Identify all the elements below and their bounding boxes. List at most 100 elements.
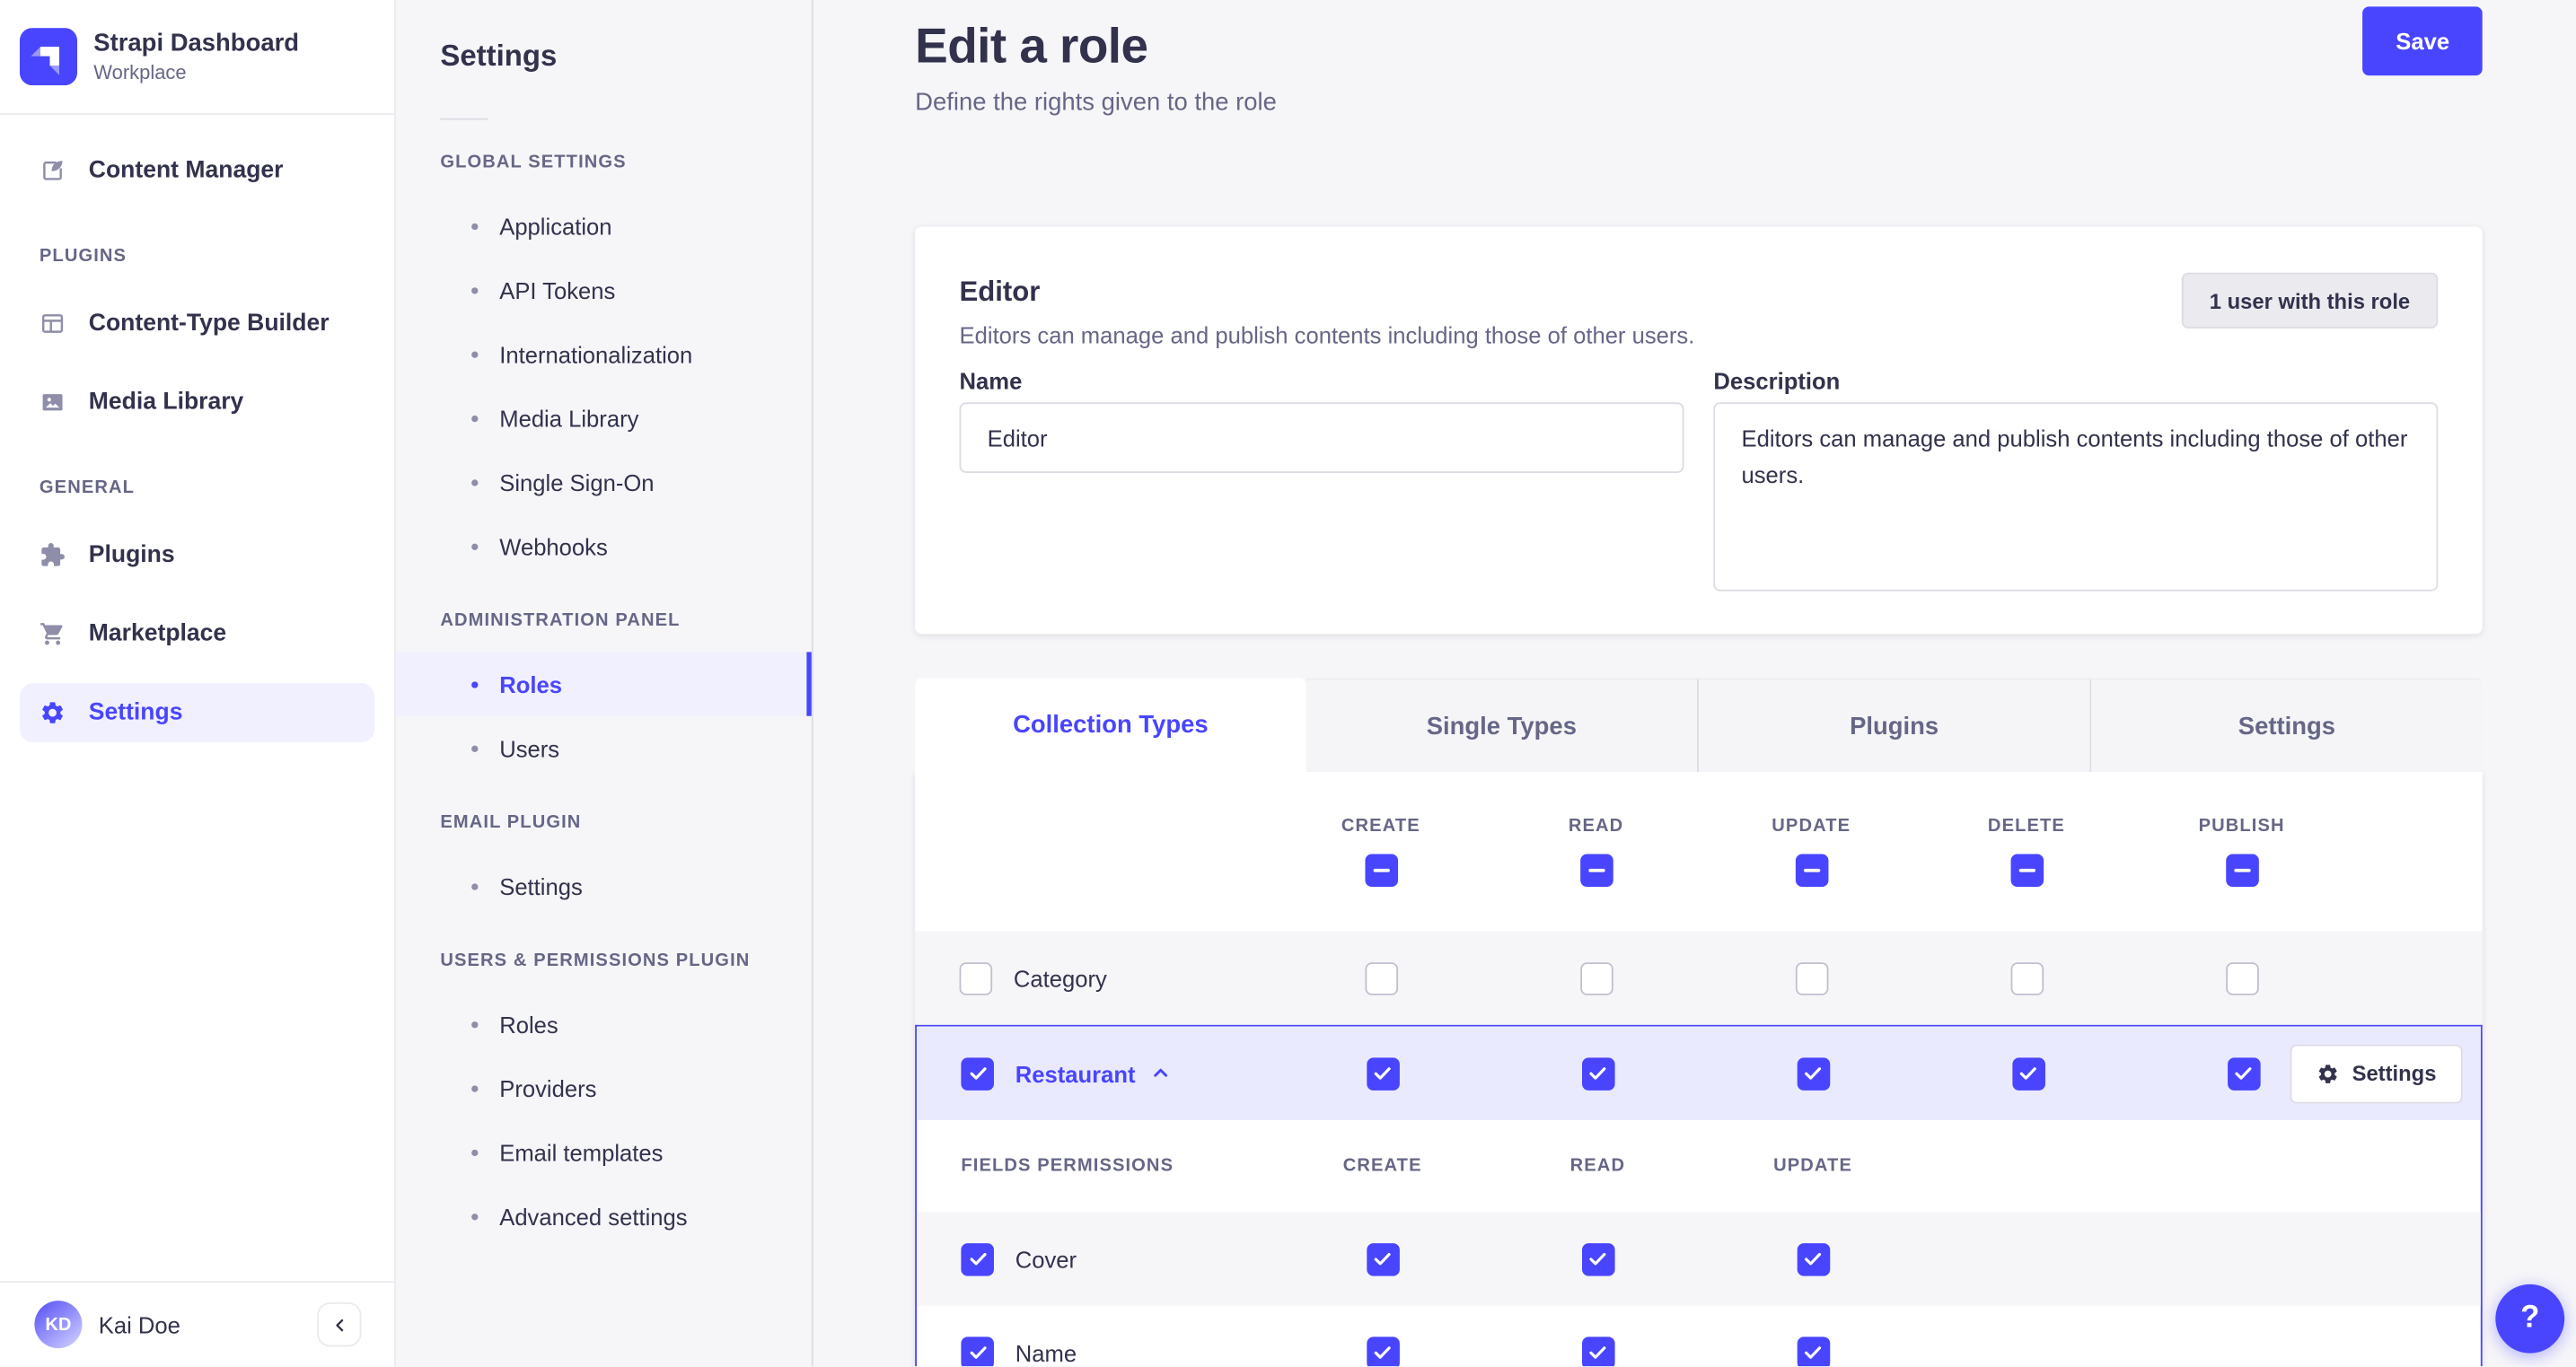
restaurant-publish-checkbox[interactable] <box>2227 1056 2260 1091</box>
row-label[interactable]: Category <box>1014 965 1107 991</box>
name-row-checkbox[interactable] <box>961 1336 994 1367</box>
restaurant-expanded-section: Restaurant Settings FIELDS PERMISSIONS C… <box>915 1024 2483 1367</box>
restaurant-row-checkbox[interactable] <box>961 1056 994 1091</box>
column-header-create: CREATE <box>1341 816 1420 837</box>
read-column-checkbox[interactable] <box>1579 854 1613 888</box>
bullet-icon <box>471 286 479 294</box>
divider <box>440 118 488 120</box>
tab-plugins[interactable]: Plugins <box>1697 678 2090 772</box>
subnav-item-internationalization[interactable]: Internationalization <box>396 322 812 386</box>
sidebar-item-marketplace[interactable]: Marketplace <box>20 604 374 663</box>
subnav-item-application[interactable]: Application <box>396 194 812 258</box>
category-row-checkbox[interactable] <box>959 961 993 995</box>
role-description-text: Editors can manage and publish contents … <box>959 321 1695 348</box>
settings-button-label: Settings <box>2352 1060 2437 1086</box>
delete-column-checkbox[interactable] <box>2009 854 2044 888</box>
subnav-item-media-library[interactable]: Media Library <box>396 386 812 450</box>
subnav-item-email-templates[interactable]: Email templates <box>396 1120 812 1184</box>
collapse-sidebar-button[interactable] <box>317 1301 362 1347</box>
name-field-label: Name <box>959 367 1023 395</box>
sidebar-item-plugins[interactable]: Plugins <box>20 526 374 585</box>
restaurant-read-checkbox[interactable] <box>1581 1056 1614 1091</box>
restaurant-settings-button[interactable]: Settings <box>2290 1043 2463 1103</box>
table-row-restaurant: Restaurant Settings <box>916 1026 2481 1120</box>
row-label: Name <box>1015 1339 1077 1366</box>
permissions-header-row: CREATE READ UPDATE DELETE PUBLISH <box>915 772 2483 931</box>
brand[interactable]: Strapi Dashboard Workplace <box>0 0 395 116</box>
page-subtitle: Define the rights given to the role <box>915 88 1277 117</box>
name-create-checkbox[interactable] <box>1366 1336 1399 1367</box>
page-header: Edit a role Define the rights given to t… <box>915 0 2483 117</box>
tab-settings[interactable]: Settings <box>2089 678 2483 772</box>
table-row-cover: Cover <box>916 1212 2481 1306</box>
users-with-role-button[interactable]: 1 user with this role <box>2181 272 2439 329</box>
subnav-item-label: Email templates <box>499 1138 664 1166</box>
tab-single-types[interactable]: Single Types <box>1306 678 1698 772</box>
sidebar-item-label: Media Library <box>88 389 244 416</box>
category-create-checkbox[interactable] <box>1364 961 1398 995</box>
subnav-item-webhooks[interactable]: Webhooks <box>396 514 812 578</box>
subnav-item-api-tokens[interactable]: API Tokens <box>396 258 812 321</box>
fields-column-read: READ <box>1569 1156 1626 1177</box>
sidebar-item-media-library[interactable]: Media Library <box>20 372 374 432</box>
viewport: Strapi Dashboard Workplace Content Manag… <box>0 0 2576 1367</box>
category-publish-checkbox[interactable] <box>2225 961 2258 995</box>
sidebar-item-settings[interactable]: Settings <box>19 683 375 743</box>
subnav-item-label: Providers <box>499 1074 597 1101</box>
save-button[interactable]: Save <box>2362 6 2483 76</box>
bullet-icon <box>471 350 479 357</box>
description-textarea[interactable]: Editors can manage and publish contents … <box>1713 402 2439 591</box>
subnav-item-advanced-settings[interactable]: Advanced settings <box>396 1184 812 1248</box>
page-title: Edit a role <box>915 19 1148 74</box>
subnav-item-providers[interactable]: Providers <box>396 1056 812 1119</box>
name-read-checkbox[interactable] <box>1581 1336 1614 1367</box>
sidebar-item-content-manager[interactable]: Content Manager <box>20 141 374 200</box>
role-details-card: Editor Editors can manage and publish co… <box>915 226 2483 635</box>
category-delete-checkbox[interactable] <box>2009 961 2044 995</box>
avatar[interactable]: KD <box>34 1301 83 1349</box>
subnav-item-users[interactable]: Users <box>396 716 812 780</box>
help-button[interactable]: ? <box>2495 1284 2565 1354</box>
sidebar-section-plugins: PLUGINS <box>39 246 127 267</box>
permissions-table: CREATE READ UPDATE DELETE PUBLISH Catego… <box>915 771 2483 1367</box>
subnav-item-roles-admin[interactable]: Roles <box>395 652 812 716</box>
bullet-icon <box>471 1084 479 1091</box>
column-header-delete: DELETE <box>1987 816 2065 837</box>
chevron-left-icon <box>330 1315 349 1335</box>
tab-collection-types[interactable]: Collection Types <box>915 678 1306 772</box>
chevron-up-icon <box>1150 1063 1172 1084</box>
gear-icon <box>40 699 66 725</box>
subnav-item-email-settings[interactable]: Settings <box>396 854 812 917</box>
column-header-publish: PUBLISH <box>2198 816 2285 837</box>
create-column-checkbox[interactable] <box>1364 854 1398 888</box>
cover-update-checkbox[interactable] <box>1796 1242 1830 1275</box>
sidebar-item-content-type-builder[interactable]: Content-Type Builder <box>20 294 374 354</box>
name-update-checkbox[interactable] <box>1796 1336 1830 1367</box>
strapi-app: Strapi Dashboard Workplace Content Manag… <box>0 0 2576 1367</box>
subnav-item-label: Users <box>499 734 560 762</box>
subnav-item-label: Advanced settings <box>499 1203 688 1230</box>
subnav-item-label: Settings <box>499 872 583 899</box>
cover-create-checkbox[interactable] <box>1366 1242 1399 1275</box>
description-field-label: Description <box>1713 367 1841 395</box>
sidebar-footer: KD Kai Doe <box>0 1281 395 1366</box>
subnav-item-roles-up[interactable]: Roles <box>396 992 812 1056</box>
fields-column-update: UPDATE <box>1773 1156 1852 1177</box>
category-update-checkbox[interactable] <box>1794 961 1828 995</box>
content-type-builder-icon <box>40 311 66 337</box>
bullet-icon <box>471 1213 479 1220</box>
subnav-item-single-sign-on[interactable]: Single Sign-On <box>396 450 812 513</box>
restaurant-row-toggle[interactable]: Restaurant <box>1015 1060 1172 1086</box>
restaurant-update-checkbox[interactable] <box>1796 1056 1830 1091</box>
cover-row-checkbox[interactable] <box>961 1242 994 1275</box>
category-read-checkbox[interactable] <box>1579 961 1613 995</box>
publish-column-checkbox[interactable] <box>2225 854 2258 888</box>
cart-icon <box>40 621 66 647</box>
update-column-checkbox[interactable] <box>1794 854 1828 888</box>
column-header-read: READ <box>1568 816 1624 837</box>
sidebar-item-label: Marketplace <box>88 620 227 647</box>
name-input[interactable] <box>959 402 1684 473</box>
restaurant-create-checkbox[interactable] <box>1366 1056 1399 1091</box>
cover-read-checkbox[interactable] <box>1581 1242 1614 1275</box>
restaurant-delete-checkbox[interactable] <box>2011 1056 2045 1091</box>
